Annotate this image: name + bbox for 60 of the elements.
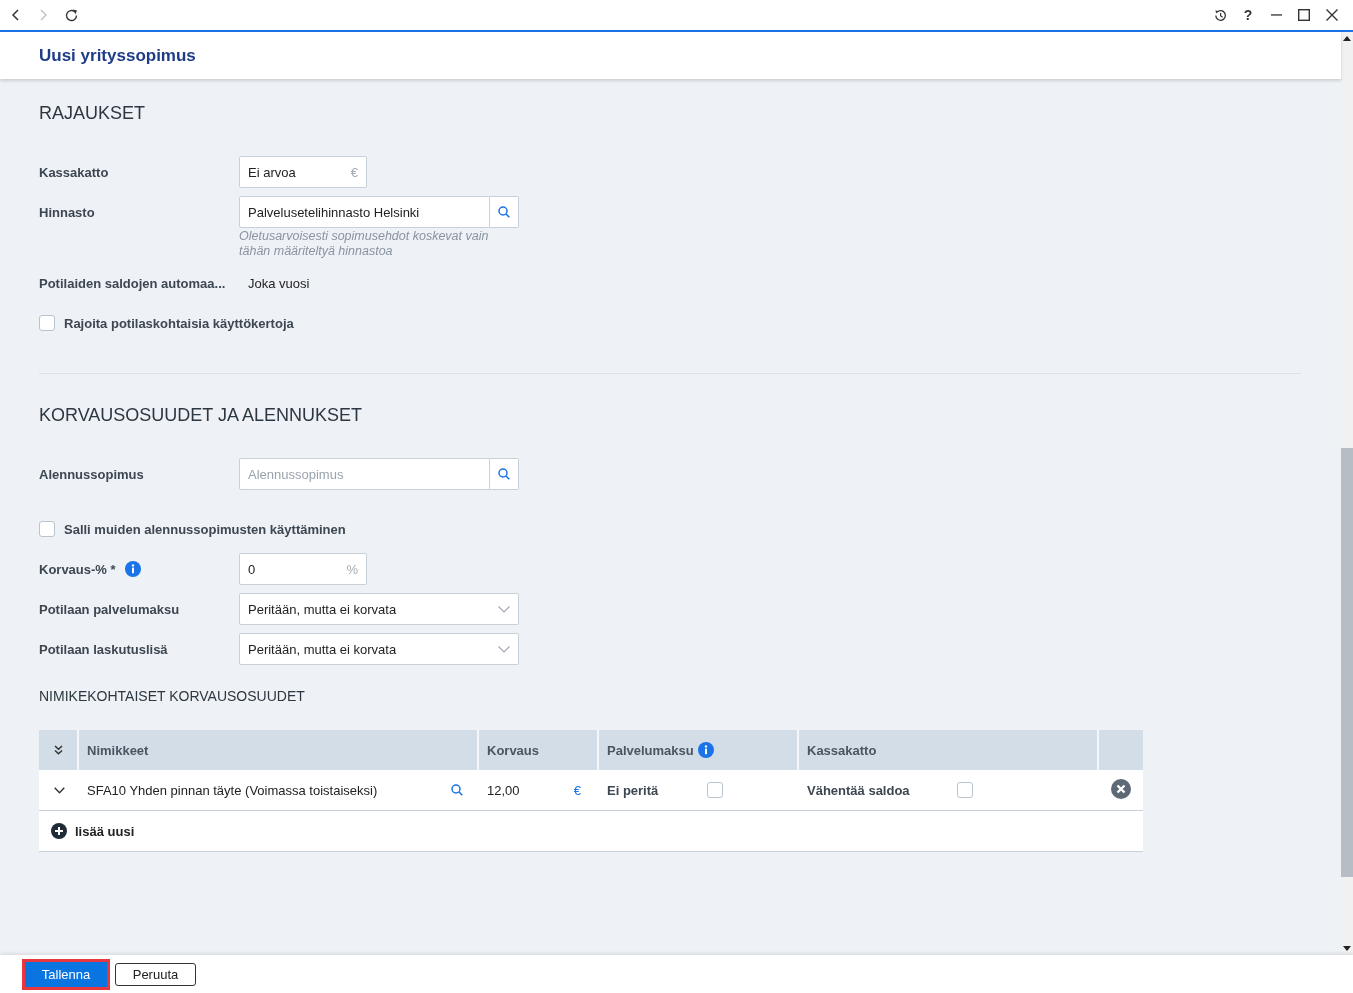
dropdown[interactable]: Peritään, mutta ei korvata xyxy=(239,593,519,625)
chevron-down-icon[interactable] xyxy=(53,786,65,794)
help-button[interactable]: ? xyxy=(1243,7,1253,23)
history-icon[interactable] xyxy=(1213,8,1227,22)
checkbox-label: Salli muiden alennussopimusten käyttäminen xyxy=(64,521,346,537)
search-button[interactable] xyxy=(490,196,519,228)
save-button[interactable]: Tallenna xyxy=(22,958,110,990)
remove-icon[interactable] xyxy=(1111,779,1131,799)
item-name: SFA10 Yhden pinnan täyte (Voimassa toistaiseksi) xyxy=(87,782,378,798)
amount-value: 12,00 xyxy=(487,782,520,798)
field-label: Korvaus-% * xyxy=(39,561,116,577)
column-header: Palvelumaksu xyxy=(607,742,694,758)
checkbox[interactable] xyxy=(707,782,723,798)
field-label: Potilaan laskutuslisä xyxy=(39,641,168,657)
hint-text: Oletusarvoisesti sopimusehdot koskevat vain tähän määriteltyä hinnastoa xyxy=(239,229,490,259)
search-icon[interactable] xyxy=(451,784,463,796)
scrollbar[interactable] xyxy=(1341,32,1353,955)
scroll-up-icon[interactable] xyxy=(1343,36,1351,41)
reload-icon[interactable] xyxy=(64,8,78,22)
search-field[interactable]: Palvelusetelihinnasto Helsinki xyxy=(239,196,490,228)
info-icon[interactable] xyxy=(124,561,141,577)
chevron-down-icon xyxy=(498,605,510,613)
field-label: Kassakatto xyxy=(39,164,109,180)
close-icon[interactable] xyxy=(1326,9,1338,21)
plus-icon xyxy=(51,823,67,839)
checkbox[interactable] xyxy=(957,782,973,798)
table-heading: NIMIKEKOHTAISET KORVAUSOSUUDET xyxy=(39,687,306,705)
add-new-button[interactable]: lisää uusi xyxy=(51,823,135,839)
fee-label: Ei peritä xyxy=(607,782,660,798)
back-icon[interactable] xyxy=(11,9,19,21)
unit-label: € xyxy=(350,164,358,180)
search-icon xyxy=(498,468,510,480)
search-field[interactable]: Alennussopimus xyxy=(239,458,490,490)
field-label: Potilaan palvelumaksu xyxy=(39,601,180,617)
unit-label: % xyxy=(346,561,358,577)
field-label: Alennussopimus xyxy=(39,466,144,482)
section-heading: KORVAUSOSUUDET JA ALENNUKSET xyxy=(39,404,364,426)
field-value: Joka vuosi xyxy=(248,275,310,291)
column-header: Kassakatto xyxy=(807,742,877,758)
checkbox[interactable] xyxy=(39,521,55,537)
field-label: Potilaiden saldojen automaa... xyxy=(39,275,226,291)
column-header: Korvaus xyxy=(487,742,540,758)
checkbox[interactable] xyxy=(39,315,55,331)
maximize-icon[interactable] xyxy=(1298,9,1310,21)
checkbox-label: Rajoita potilaskohtaisia käyttökertoja xyxy=(64,315,294,331)
limit-label: Vähentää saldoa xyxy=(807,782,911,798)
minimize-icon[interactable] xyxy=(1270,14,1282,16)
dropdown[interactable]: Peritään, mutta ei korvata xyxy=(239,633,519,665)
column-header: Nimikkeet xyxy=(87,742,149,758)
field-label: Hinnasto xyxy=(39,204,95,220)
double-chevron-icon[interactable] xyxy=(53,745,63,755)
unit-label: € xyxy=(573,782,581,798)
scroll-down-icon[interactable] xyxy=(1343,946,1351,951)
chevron-down-icon xyxy=(498,645,510,653)
section-heading: RAJAUKSET xyxy=(39,102,147,124)
page-title: Uusi yrityssopimus xyxy=(39,45,196,66)
cancel-button[interactable]: Peruuta xyxy=(115,962,196,986)
search-button[interactable] xyxy=(490,458,519,490)
info-icon[interactable] xyxy=(697,742,714,758)
search-icon xyxy=(498,206,510,218)
